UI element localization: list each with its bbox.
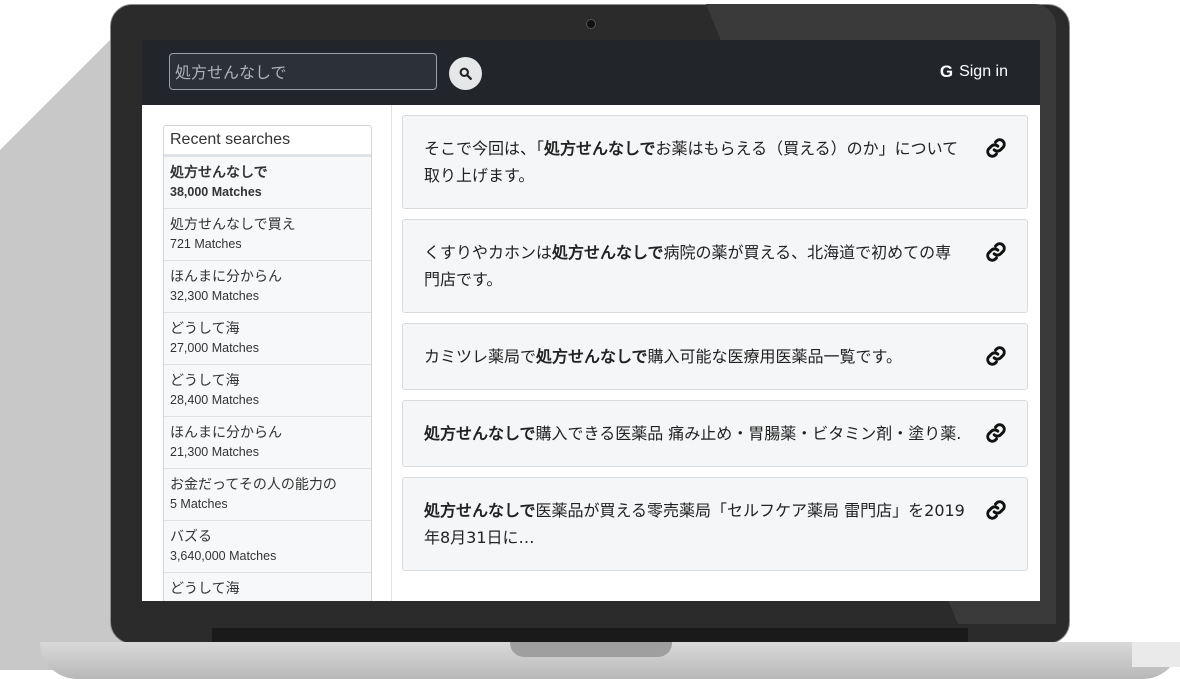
result-highlight: 処方せんなしで <box>536 347 648 366</box>
result-highlight: 処方せんなしで <box>424 424 536 443</box>
laptop-base-notch <box>510 642 672 657</box>
result-card: そこで今回は、「処方せんなしでお薬はもらえる（買える）のか」について取り上げます… <box>402 115 1028 209</box>
laptop-base-edge <box>1132 642 1180 667</box>
result-text-pre: カミツレ薬局で <box>424 347 537 366</box>
recent-search-matches: 721 Matches <box>170 237 242 251</box>
search-icon <box>459 67 472 80</box>
recent-search-query: ほんまに分からん <box>170 269 282 285</box>
result-highlight: 処方せんなしで <box>544 139 656 158</box>
search-input[interactable]: 処方せんなしで <box>169 53 437 90</box>
link-icon[interactable] <box>985 422 1007 444</box>
recent-search-item[interactable]: どうして海 <box>164 573 371 601</box>
recent-search-query: 処方せんなしで <box>170 165 268 181</box>
sidebar: Recent searches 処方せんなしで 38,000 Matches 処… <box>142 105 392 601</box>
result-text: くすりやカホンは処方せんなしで病院の薬が買える、北海道で初めての専門店です。 <box>424 243 951 289</box>
result-text-pre: くすりやカホンは <box>424 243 553 262</box>
search-button[interactable] <box>449 57 482 90</box>
link-icon[interactable] <box>985 499 1007 521</box>
google-icon: G <box>939 62 954 81</box>
sign-in-label: Sign in <box>959 63 1008 80</box>
recent-search-item[interactable]: お金だってその人の能力の 5 Matches <box>164 469 371 521</box>
recent-search-item[interactable]: 処方せんなしで 38,000 Matches <box>164 157 371 209</box>
recent-searches-list: 処方せんなしで 38,000 Matches 処方せんなしで買え 721 Mat… <box>164 157 371 601</box>
recent-search-matches: 28,400 Matches <box>170 393 259 407</box>
recent-search-matches: 21,300 Matches <box>170 445 259 459</box>
recent-search-query: ほんまに分からん <box>170 425 282 441</box>
link-icon[interactable] <box>985 241 1007 263</box>
recent-searches-title: Recent searches <box>164 126 371 157</box>
recent-search-item[interactable]: どうして海 28,400 Matches <box>164 365 371 417</box>
result-card: 処方せんなしで購入できる医薬品 痛み止め・胃腸薬・ビタミン剤・塗り薬. <box>402 400 1028 467</box>
top-navbar: 処方せんなしで G Sign in <box>142 40 1040 105</box>
recent-search-item[interactable]: ほんまに分からん 32,300 Matches <box>164 261 371 313</box>
result-text-post: 購入できる医薬品 痛み止め・胃腸薬・ビタミン剤・塗り薬. <box>535 424 962 443</box>
screen: 処方せんなしで G Sign in Recent searches 処方せんなし… <box>142 40 1040 601</box>
result-text: カミツレ薬局で処方せんなしで購入可能な医療用医薬品一覧です。 <box>424 347 902 366</box>
result-highlight: 処方せんなしで <box>424 501 536 520</box>
link-icon[interactable] <box>985 345 1007 367</box>
recent-search-query: バズる <box>170 529 212 545</box>
recent-search-matches: 5 Matches <box>170 497 228 511</box>
recent-search-matches: 32,300 Matches <box>170 289 259 303</box>
sign-in-link[interactable]: G Sign in <box>940 62 1008 82</box>
recent-search-matches: 27,000 Matches <box>170 341 259 355</box>
recent-search-query: お金だってその人の能力の <box>170 477 337 493</box>
result-text: そこで今回は、「処方せんなしでお薬はもらえる（買える）のか」について取り上げます… <box>424 139 958 185</box>
result-text-pre: そこで今回は、「 <box>424 139 545 158</box>
recent-searches-panel: Recent searches 処方せんなしで 38,000 Matches 処… <box>163 125 372 601</box>
result-card: カミツレ薬局で処方せんなしで購入可能な医療用医薬品一覧です。 <box>402 323 1028 390</box>
recent-search-item[interactable]: 処方せんなしで買え 721 Matches <box>164 209 371 261</box>
recent-search-matches: 3,640,000 Matches <box>170 549 277 563</box>
recent-search-item[interactable]: どうして海 27,000 Matches <box>164 313 371 365</box>
recent-search-query: どうして海 <box>170 321 240 337</box>
result-text: 処方せんなしで購入できる医薬品 痛み止め・胃腸薬・ビタミン剤・塗り薬. <box>424 424 961 443</box>
recent-search-query: 処方せんなしで買え <box>170 217 296 233</box>
recent-search-item[interactable]: バズる 3,640,000 Matches <box>164 521 371 573</box>
recent-search-query: どうして海 <box>170 373 240 389</box>
recent-search-matches: 38,000 Matches <box>170 185 262 199</box>
results-list: そこで今回は、「処方せんなしでお薬はもらえる（買える）のか」について取り上げます… <box>402 115 1028 581</box>
recent-search-query: どうして海 <box>170 581 240 597</box>
result-highlight: 処方せんなしで <box>552 243 664 262</box>
result-text-post: 購入可能な医療用医薬品一覧です。 <box>647 347 902 366</box>
webcam <box>586 19 596 29</box>
result-text: 処方せんなしで医薬品が買える零売薬局「セルフケア薬局 雷門店」を2019年8月3… <box>424 501 965 547</box>
recent-search-item[interactable]: ほんまに分からん 21,300 Matches <box>164 417 371 469</box>
result-card: 処方せんなしで医薬品が買える零売薬局「セルフケア薬局 雷門店」を2019年8月3… <box>402 477 1028 571</box>
result-card: くすりやカホンは処方せんなしで病院の薬が買える、北海道で初めての専門店です。 <box>402 219 1028 313</box>
link-icon[interactable] <box>985 137 1007 159</box>
